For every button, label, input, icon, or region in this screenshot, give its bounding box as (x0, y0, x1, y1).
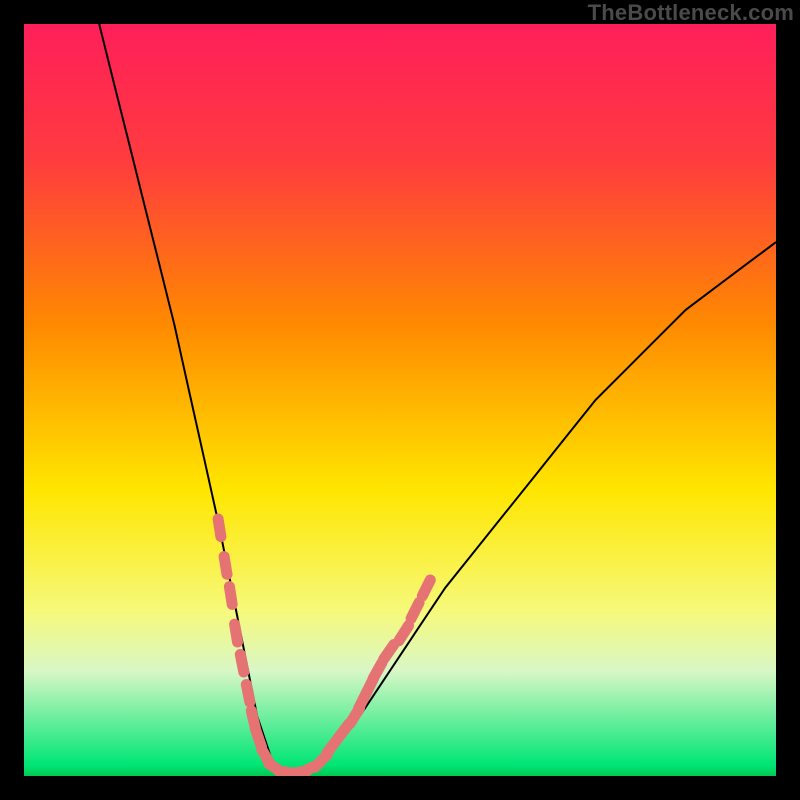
curve-marker (422, 580, 430, 596)
curve-marker (240, 654, 244, 672)
curve-marker (246, 685, 250, 703)
curve-marker (373, 663, 382, 679)
curve-marker (218, 519, 221, 537)
chart-plot (24, 24, 776, 776)
curve-marker (224, 557, 227, 575)
watermark-text: TheBottleneck.com (588, 0, 794, 26)
curve-marker (411, 603, 419, 619)
curve-marker (229, 587, 232, 605)
curve-marker (235, 624, 238, 642)
chart-background (24, 24, 776, 776)
